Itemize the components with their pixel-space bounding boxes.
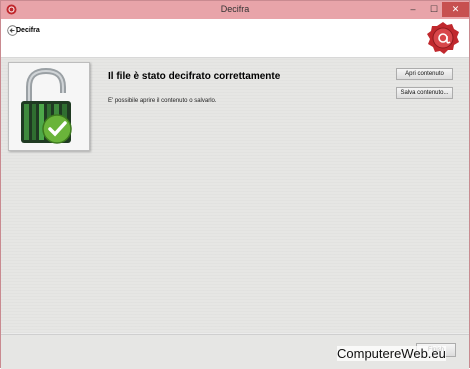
save-content-button[interactable]: Salva contenuto...	[396, 87, 453, 99]
window-title: Decifra	[220, 4, 250, 14]
title-bar[interactable]: Decifra ‒ ☐ ✕	[1, 1, 469, 19]
open-content-button[interactable]: Apri contenuto	[396, 68, 453, 80]
header-title: Decifra	[16, 27, 40, 34]
site-watermark: ComputereWeb.eu	[337, 346, 446, 361]
app-window: Decifra ‒ ☐ ✕ Decifra Il file è stato de…	[0, 0, 470, 369]
success-message: E' possibile aprire il contenuto o salva…	[108, 98, 217, 104]
unlocked-padlock-icon	[21, 67, 72, 144]
success-heading: Il file è stato decifrato correttamente	[108, 71, 281, 82]
minimize-button[interactable]: ‒	[402, 2, 424, 17]
wax-seal-logo-icon	[427, 22, 459, 54]
wizard-header: Decifra	[1, 19, 469, 58]
content-panel: Il file è stato decifrato correttamente …	[1, 58, 469, 333]
lock-image-frame	[8, 62, 90, 151]
close-button[interactable]: ✕	[442, 2, 469, 17]
